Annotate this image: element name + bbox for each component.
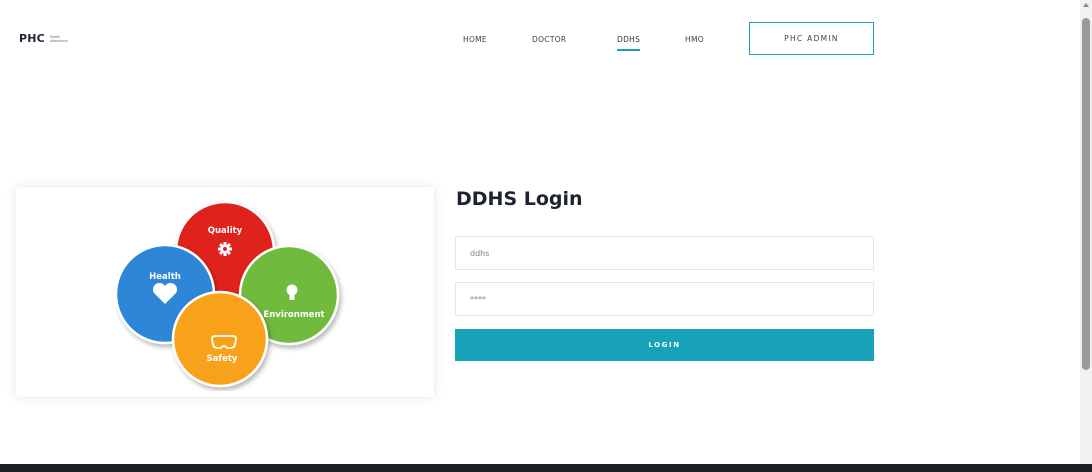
scrollbar-thumb[interactable] [1082,18,1090,370]
environment-label: Environment [263,310,324,320]
vertical-scrollbar[interactable] [1080,0,1092,464]
safety-circle [171,290,269,388]
hse-venn-diagram: Quality Health Environment Safety [116,200,340,388]
main-nav: HOME DOCTOR DDHS HMO PHC ADMIN [0,22,1080,56]
health-label: Health [149,272,181,282]
nav-hmo[interactable]: HMO [685,35,704,44]
nav-ddhs[interactable]: DDHS [617,35,641,51]
gear-icon [218,242,232,256]
username-input[interactable] [455,236,874,270]
illustration-card: Quality Health Environment Safety [16,187,434,397]
nav-home[interactable]: HOME [463,35,487,44]
page-title: DDHS Login [456,188,583,210]
phc-admin-button[interactable]: PHC ADMIN [749,22,874,55]
footer-bar [0,464,1092,472]
safety-label: Safety [207,354,238,364]
quality-label: Quality [208,226,243,236]
nav-doctor[interactable]: DOCTOR [532,35,566,44]
scroll-up-arrow-icon[interactable] [1083,3,1089,7]
login-button[interactable]: LOGIN [455,329,874,361]
password-input[interactable] [455,282,874,316]
